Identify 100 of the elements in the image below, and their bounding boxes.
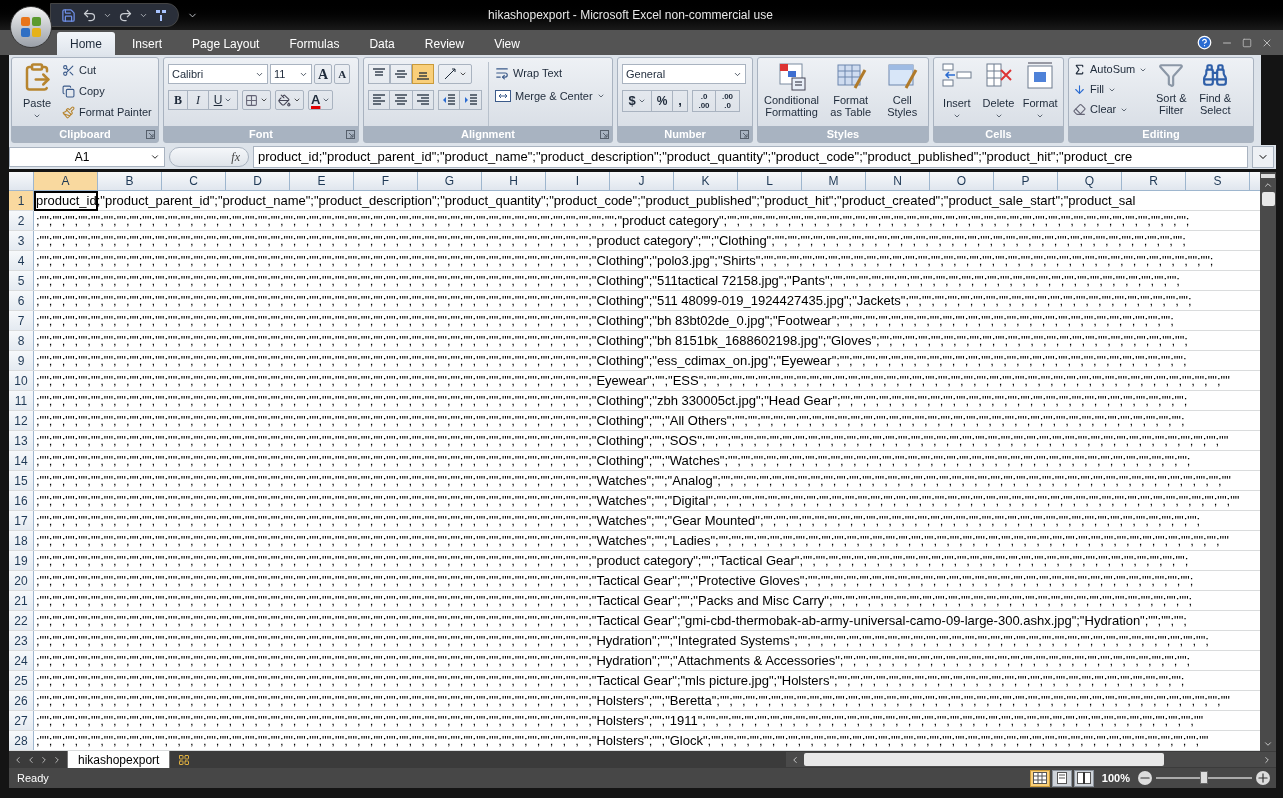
align-left-button[interactable] bbox=[368, 90, 390, 110]
row-header[interactable]: 18 bbox=[9, 531, 34, 550]
column-header[interactable]: I bbox=[546, 172, 610, 190]
row-header[interactable]: 12 bbox=[9, 411, 34, 430]
vertical-align-button[interactable] bbox=[412, 64, 434, 84]
find-select-button[interactable]: Find & Select bbox=[1195, 62, 1236, 116]
column-header[interactable]: S bbox=[1186, 172, 1250, 190]
dialog-launcher-icon[interactable] bbox=[146, 129, 155, 139]
column-header[interactable]: C bbox=[162, 172, 226, 190]
underline-button[interactable]: U bbox=[208, 90, 238, 110]
sheet-tab[interactable]: hikashopexport bbox=[67, 751, 171, 768]
italic-button[interactable]: I bbox=[188, 90, 208, 110]
ribbon-tab[interactable]: Data bbox=[356, 32, 408, 55]
scroll-up-icon[interactable] bbox=[1263, 180, 1273, 190]
vertical-align-button[interactable] bbox=[368, 64, 390, 84]
align-right-button[interactable] bbox=[412, 90, 434, 110]
row-header[interactable]: 11 bbox=[9, 391, 34, 410]
cut-button[interactable]: Cut bbox=[62, 64, 152, 77]
column-header[interactable]: L bbox=[738, 172, 802, 190]
column-header[interactable]: D bbox=[226, 172, 290, 190]
decrease-decimal-button[interactable]: .00 .0 bbox=[716, 90, 740, 112]
vertical-align-button[interactable] bbox=[390, 64, 412, 84]
custom-tool-icon[interactable] bbox=[154, 8, 168, 22]
row-header[interactable]: 8 bbox=[9, 331, 34, 350]
row-header[interactable]: 17 bbox=[9, 511, 34, 530]
scroll-right-icon[interactable] bbox=[1262, 754, 1272, 765]
column-header[interactable]: H bbox=[482, 172, 546, 190]
comma-button[interactable]: , bbox=[672, 90, 688, 112]
column-header[interactable]: R bbox=[1122, 172, 1186, 190]
view-button[interactable] bbox=[1073, 769, 1094, 787]
cells-button[interactable]: Insert bbox=[938, 62, 976, 120]
expand-formula-button[interactable] bbox=[1252, 146, 1274, 168]
bold-button[interactable]: B bbox=[168, 90, 188, 110]
format-painter-button[interactable]: Format Painter bbox=[62, 106, 152, 119]
insert-function-button[interactable]: fx bbox=[169, 147, 249, 167]
orientation-button[interactable] bbox=[438, 64, 472, 84]
row-header[interactable]: 27 bbox=[9, 711, 34, 730]
font-color-button[interactable]: A bbox=[308, 90, 334, 110]
style-button[interactable]: Conditional Formatting bbox=[762, 62, 822, 118]
increase-indent-button[interactable] bbox=[460, 90, 482, 110]
row-header[interactable]: 2 bbox=[9, 211, 34, 230]
shrink-font-button[interactable]: A bbox=[334, 64, 351, 84]
view-button[interactable] bbox=[1029, 769, 1050, 787]
next-sheet-icon[interactable] bbox=[39, 754, 49, 765]
view-button[interactable] bbox=[1051, 769, 1072, 787]
currency-button[interactable]: $ bbox=[622, 90, 652, 112]
zoom-in-icon[interactable] bbox=[1256, 771, 1270, 785]
column-header[interactable]: G bbox=[418, 172, 482, 190]
row-header[interactable]: 9 bbox=[9, 351, 34, 370]
column-header[interactable]: F bbox=[354, 172, 418, 190]
row-header[interactable]: 22 bbox=[9, 611, 34, 630]
wrap-text-button[interactable]: Wrap Text bbox=[495, 66, 605, 80]
row-header[interactable]: 13 bbox=[9, 431, 34, 450]
dialog-launcher-icon[interactable] bbox=[740, 129, 749, 139]
row-header[interactable]: 10 bbox=[9, 371, 34, 390]
font-name-field[interactable]: Calibri bbox=[168, 64, 268, 84]
ribbon-tab[interactable]: Home bbox=[57, 32, 115, 55]
row-header[interactable]: 24 bbox=[9, 651, 34, 670]
merge-center-button[interactable]: Merge & Center bbox=[495, 90, 605, 102]
save-icon[interactable] bbox=[61, 7, 76, 23]
dialog-launcher-icon[interactable] bbox=[600, 129, 609, 139]
insert-sheet-icon[interactable] bbox=[178, 753, 191, 766]
sort-filter-button[interactable]: Sort & Filter bbox=[1151, 62, 1192, 116]
fill-color-button[interactable] bbox=[275, 90, 304, 110]
style-button[interactable]: Cell Styles bbox=[880, 62, 924, 118]
row-header[interactable]: 23 bbox=[9, 631, 34, 650]
row-header[interactable]: 26 bbox=[9, 691, 34, 710]
align-center-button[interactable] bbox=[390, 90, 412, 110]
borders-button[interactable] bbox=[242, 90, 271, 110]
formula-input[interactable]: product_id;"product_parent_id";"product_name";"product_description";"product_quantity";"product_code";"product_published";"product_hit";"product_cre bbox=[253, 146, 1248, 168]
paste-button[interactable]: Paste bbox=[16, 62, 58, 120]
ribbon-tab[interactable]: Page Layout bbox=[179, 32, 273, 55]
previous-sheet-icon[interactable] bbox=[26, 754, 36, 765]
font-size-field[interactable]: 11 bbox=[270, 64, 312, 84]
dialog-launcher-icon[interactable] bbox=[346, 129, 355, 139]
ribbon-tab[interactable]: Formulas bbox=[276, 32, 353, 55]
row-header[interactable]: 16 bbox=[9, 491, 34, 510]
column-header[interactable]: P bbox=[994, 172, 1058, 190]
copy-button[interactable]: Copy bbox=[62, 85, 152, 98]
first-sheet-icon[interactable] bbox=[13, 754, 23, 765]
name-box[interactable]: A1 bbox=[9, 147, 165, 167]
number-format-field[interactable]: General bbox=[622, 64, 746, 84]
style-button[interactable]: Format as Table bbox=[825, 62, 877, 118]
row-header[interactable]: 3 bbox=[9, 231, 34, 250]
percent-button[interactable]: % bbox=[652, 90, 672, 112]
column-header[interactable]: J bbox=[610, 172, 674, 190]
row-header[interactable]: 15 bbox=[9, 471, 34, 490]
vertical-scrollbar[interactable] bbox=[1260, 172, 1276, 751]
column-header[interactable]: O bbox=[930, 172, 994, 190]
column-header[interactable]: A bbox=[34, 172, 98, 190]
scrollbar-thumb[interactable] bbox=[804, 753, 1164, 766]
column-header[interactable]: Q bbox=[1058, 172, 1122, 190]
row-header[interactable]: 7 bbox=[9, 311, 34, 330]
clear-button[interactable]: Clear bbox=[1073, 103, 1148, 116]
row-header[interactable]: 14 bbox=[9, 451, 34, 470]
decrease-indent-button[interactable] bbox=[438, 90, 460, 110]
scroll-left-icon[interactable] bbox=[790, 754, 800, 765]
column-header[interactable]: N bbox=[866, 172, 930, 190]
cells-button[interactable]: Format bbox=[1021, 62, 1059, 120]
scrollbar-thumb[interactable] bbox=[1261, 192, 1275, 206]
